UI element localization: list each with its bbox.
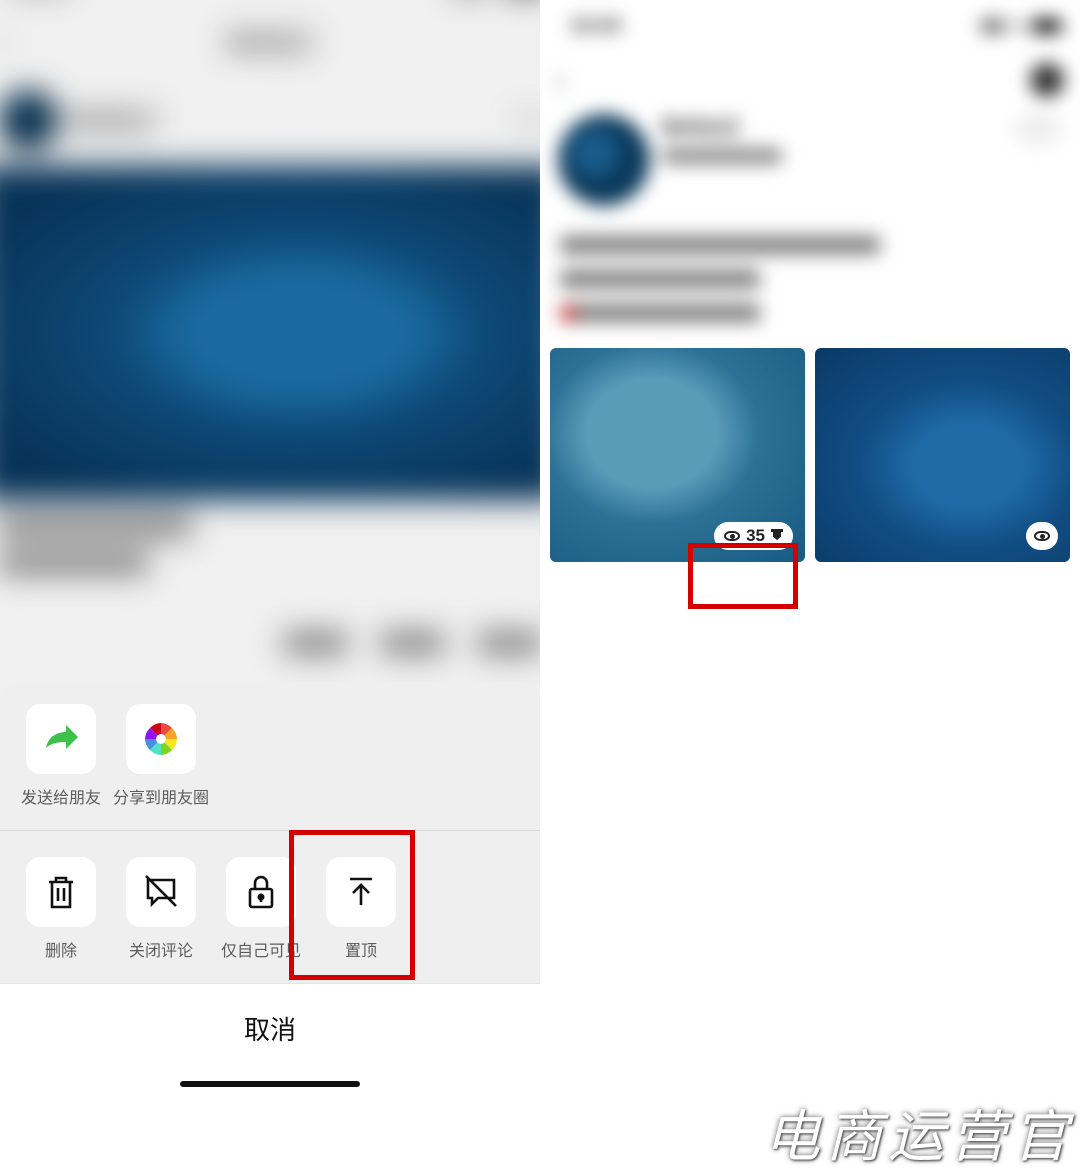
trash-icon	[26, 857, 96, 927]
post-image[interactable]	[0, 166, 540, 501]
author-row[interactable]: Bella12 •••	[0, 75, 540, 166]
right-phone-screenshot: 10:04 ‹ Bella12	[540, 0, 1080, 1095]
nav-bar: ‹ Bella12	[0, 10, 540, 75]
lock-icon	[226, 857, 296, 927]
signal-icon	[982, 19, 1002, 33]
home-indicator	[180, 1081, 360, 1087]
share-row: 发送给朋友	[0, 700, 540, 831]
post-grid: 35	[540, 338, 1080, 572]
delete-button[interactable]: 删除	[22, 857, 100, 961]
battery-icon	[1032, 19, 1060, 33]
left-phone-screenshot: 10:04 ‹ Bella12 Bella12 •••	[0, 0, 540, 1095]
author-subtitle	[662, 148, 782, 164]
send-friend-button[interactable]: 发送给朋友	[22, 704, 100, 808]
more-icon[interactable]: •••	[517, 106, 540, 134]
author-name: Bella12	[662, 114, 782, 140]
cancel-button[interactable]: 取消	[0, 983, 540, 1095]
close-comment-button[interactable]: 关闭评论	[122, 857, 200, 961]
author-name: Bella12	[71, 106, 154, 134]
status-time: 10:04	[570, 15, 621, 38]
close-comment-label: 关闭评论	[129, 937, 193, 961]
annotation-highlight-badge	[688, 543, 798, 609]
bio-line	[560, 304, 760, 322]
send-friend-label: 发送给朋友	[21, 784, 101, 808]
action-pill[interactable]	[1014, 114, 1062, 144]
wifi-icon	[1008, 19, 1026, 33]
bio-line	[560, 270, 760, 288]
action-sheet: 发送给朋友	[0, 682, 540, 1095]
bio-line	[560, 236, 880, 254]
status-bar: 10:04	[540, 0, 1080, 50]
status-bar: 10:04	[0, 0, 540, 10]
avatar[interactable]	[558, 114, 650, 206]
eye-icon	[1034, 531, 1050, 541]
avatar[interactable]	[0, 90, 58, 150]
view-badge	[1026, 522, 1058, 550]
back-icon[interactable]: ‹	[556, 65, 565, 96]
share-moments-button[interactable]: 分享到朋友圈	[122, 704, 200, 808]
share-moments-label: 分享到朋友圈	[113, 784, 209, 808]
cancel-label: 取消	[244, 1015, 296, 1045]
delete-label: 删除	[45, 937, 77, 961]
back-icon[interactable]: ‹	[0, 26, 5, 59]
post-thumbnail[interactable]	[815, 348, 1070, 562]
post-thumbnail[interactable]: 35	[550, 348, 805, 562]
nav-bar: ‹	[540, 50, 1080, 110]
annotation-highlight-pin	[289, 830, 415, 980]
action-row: 删除 关闭评论	[0, 831, 540, 983]
share-arrow-icon	[26, 704, 96, 774]
page-title: Bella12	[228, 29, 311, 57]
eye-icon	[724, 531, 740, 541]
watermark: 电商运营官	[764, 1092, 1074, 1173]
pinned-icon	[771, 529, 783, 543]
comment-off-icon	[126, 857, 196, 927]
moments-icon	[126, 704, 196, 774]
camera-icon[interactable]	[1030, 63, 1064, 97]
